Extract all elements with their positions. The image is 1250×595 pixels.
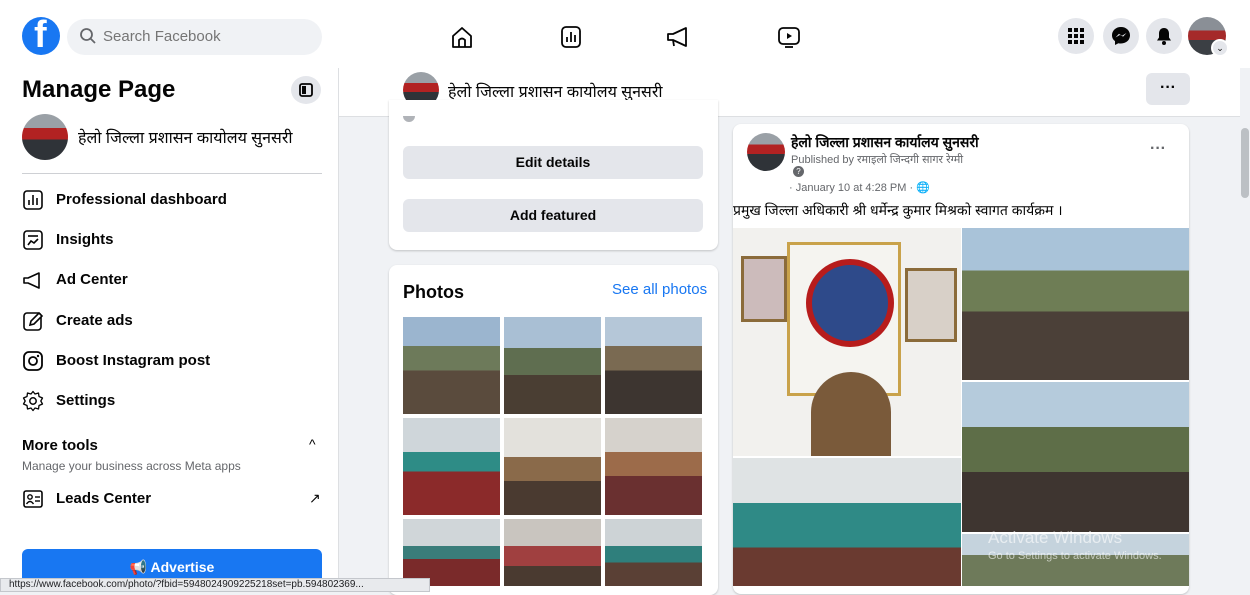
photo-thumbnail[interactable] bbox=[403, 519, 500, 586]
notifications-bell-icon[interactable] bbox=[1146, 18, 1182, 54]
header-page-name[interactable]: हेलो जिल्ला प्रशासन कायोलय सुनसरी bbox=[448, 80, 663, 102]
chevron-up-icon[interactable]: ^ bbox=[309, 436, 316, 452]
search-input[interactable] bbox=[101, 27, 305, 46]
account-avatar[interactable]: ⌄ bbox=[1188, 17, 1229, 57]
help-icon[interactable]: ? bbox=[793, 166, 804, 177]
post-author-avatar[interactable] bbox=[747, 133, 785, 171]
portrait-frame bbox=[741, 256, 787, 322]
sidebar-item-label: Ad Center bbox=[56, 271, 128, 288]
sidebar-item-create-ads[interactable]: Create ads bbox=[22, 304, 322, 340]
photo-thumbnail[interactable] bbox=[605, 317, 702, 414]
post-photo[interactable] bbox=[733, 228, 961, 456]
post-options-button[interactable]: ··· bbox=[1150, 140, 1166, 158]
photo-thumbnail[interactable] bbox=[605, 519, 702, 586]
scrollbar-thumb[interactable] bbox=[1241, 128, 1249, 198]
search-box[interactable] bbox=[67, 19, 322, 55]
post-photo[interactable] bbox=[962, 228, 1189, 380]
photo-thumbnail[interactable] bbox=[605, 418, 702, 515]
add-featured-button[interactable]: Add featured bbox=[403, 199, 703, 232]
insights-icon bbox=[23, 230, 43, 250]
sidebar-title: Manage Page bbox=[22, 76, 176, 103]
globe-icon: 🌐 bbox=[913, 182, 930, 194]
home-icon[interactable] bbox=[447, 24, 477, 50]
pencil-icon bbox=[23, 311, 44, 331]
leads-icon bbox=[23, 490, 43, 508]
more-tools-heading[interactable]: More tools bbox=[22, 437, 98, 454]
sidebar-item-label: Leads Center bbox=[56, 490, 152, 507]
post-photo[interactable] bbox=[962, 382, 1189, 532]
advertise-label: Advertise bbox=[150, 559, 215, 575]
sidebar-item-boost-instagram[interactable]: Boost Instagram post bbox=[22, 344, 322, 380]
sidebar-item-ad-center[interactable]: Ad Center bbox=[22, 263, 322, 299]
edit-details-button[interactable]: Edit details bbox=[403, 146, 703, 179]
divider bbox=[22, 173, 322, 174]
post-text: प्रमुख जिल्ला अधिकारी श्री धर्मेन्द्र कु… bbox=[733, 202, 1063, 218]
sidebar-item-label: Create ads bbox=[56, 312, 133, 329]
link-status-bar: https://www.facebook.com/photo/?fbid=594… bbox=[0, 578, 430, 592]
photo-thumbnail[interactable] bbox=[403, 317, 500, 414]
activate-windows-subtitle: Go to Settings to activate Windows. bbox=[988, 550, 1162, 562]
collapse-panel-icon[interactable] bbox=[291, 76, 321, 104]
post-published-by[interactable]: Published by रमाइलो जिन्दगी सागर रेग्मी bbox=[791, 152, 963, 167]
facebook-logo[interactable]: f bbox=[22, 14, 60, 56]
ads-megaphone-icon[interactable] bbox=[664, 24, 694, 50]
post-author-name[interactable]: हेलो जिल्ला प्रशासन कार्यालय सुनसरी bbox=[791, 133, 979, 152]
instagram-icon bbox=[23, 351, 43, 371]
more-options-button[interactable]: ··· bbox=[1146, 73, 1190, 105]
dashboard-icon bbox=[23, 190, 43, 210]
photo-thumbnail[interactable] bbox=[403, 418, 500, 515]
sidebar-item-insights[interactable]: Insights bbox=[22, 223, 322, 259]
megaphone-icon bbox=[23, 272, 40, 289]
menu-grid-icon[interactable] bbox=[1058, 18, 1094, 54]
megaphone-icon: 📢 bbox=[129, 559, 151, 575]
photo-thumbnail[interactable] bbox=[504, 418, 601, 515]
gear-icon bbox=[22, 390, 44, 412]
chevron-down-icon[interactable]: ⌄ bbox=[1211, 39, 1229, 57]
search-icon bbox=[80, 28, 96, 44]
see-all-photos-link[interactable]: See all photos bbox=[612, 281, 707, 298]
post-timestamp[interactable]: · January 10 at 4:28 PM · 🌐 bbox=[789, 181, 930, 194]
page-avatar[interactable] bbox=[22, 114, 68, 160]
post-photo[interactable] bbox=[733, 458, 961, 586]
portrait-frame bbox=[905, 268, 957, 342]
pages-icon[interactable] bbox=[556, 24, 586, 50]
external-link-arrow-icon[interactable]: ↗ bbox=[309, 490, 321, 507]
activate-windows-watermark: Activate Windows bbox=[988, 528, 1123, 547]
photo-thumbnail[interactable] bbox=[504, 519, 601, 586]
photo-thumbnail[interactable] bbox=[504, 317, 601, 414]
sidebar-item-label: Insights bbox=[56, 231, 114, 248]
post-date-text[interactable]: · January 10 at 4:28 PM · bbox=[789, 182, 913, 194]
person-figure bbox=[811, 372, 891, 456]
sidebar-item-label: Settings bbox=[56, 392, 116, 409]
messenger-icon[interactable] bbox=[1103, 18, 1139, 54]
photos-heading: Photos bbox=[403, 282, 464, 302]
sidebar-page-name[interactable]: हेलो जिल्ला प्रशासन कायोलय सुनसरी bbox=[78, 126, 293, 148]
emblem-circle bbox=[806, 259, 894, 347]
sidebar-item-label: Professional dashboard bbox=[56, 191, 227, 208]
sidebar-item-leads-center[interactable]: Leads Center bbox=[22, 482, 322, 518]
sidebar-item-label: Boost Instagram post bbox=[56, 352, 211, 369]
sidebar-item-professional-dashboard[interactable]: Professional dashboard bbox=[22, 183, 322, 219]
watch-icon[interactable] bbox=[774, 24, 804, 50]
sidebar-item-settings[interactable]: Settings bbox=[22, 384, 322, 420]
more-tools-subtitle: Manage your business across Meta apps bbox=[22, 459, 241, 473]
